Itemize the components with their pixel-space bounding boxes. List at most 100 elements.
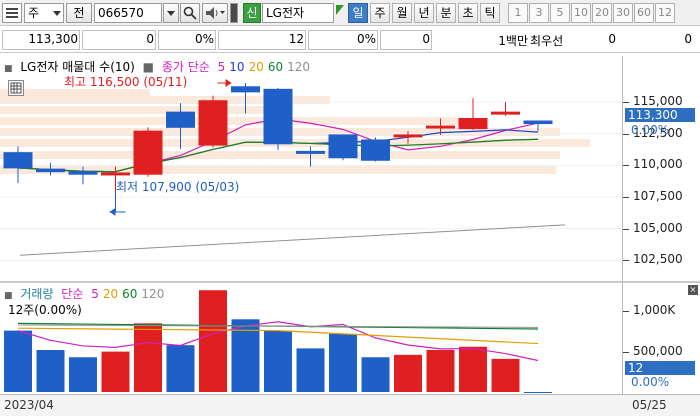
y-tick xyxy=(623,133,629,135)
best-bid-value: 0 xyxy=(608,32,616,46)
price-value: 113,300 xyxy=(28,32,78,46)
period-button-4[interactable]: 분 xyxy=(436,3,456,23)
volume-y-tick xyxy=(623,351,629,353)
price-chart-panel[interactable]: ■ LG전자 매물대 수(10) ■ 종가 단순 5 10 20 60 120 최고 1… xyxy=(0,56,622,281)
period-button-0[interactable]: 일 xyxy=(348,3,368,23)
legend-period-120: 120 xyxy=(141,287,165,301)
legend-period-5: 5 xyxy=(91,287,99,301)
stock-name-field: LG전자 xyxy=(262,3,334,23)
candle-body xyxy=(3,152,33,169)
close-icon[interactable]: × xyxy=(688,285,698,295)
tab-jeon[interactable]: 전 xyxy=(66,3,92,23)
legend-period-20: 20 xyxy=(102,287,119,301)
volume-bar xyxy=(101,351,130,392)
volume-bar xyxy=(69,357,97,392)
candle-body xyxy=(361,139,390,161)
price-y-axis[interactable]: 115,000 112,500 110,000 107,500 105,000 102,5… xyxy=(622,56,700,281)
period-button-6[interactable]: 틱 xyxy=(480,3,500,23)
y-tick-label: 102,500 xyxy=(633,252,683,267)
green-marker-icon xyxy=(336,5,344,21)
volume-legend-title: 거래량 xyxy=(20,287,54,301)
volume-profile-band xyxy=(0,106,290,114)
field6-value: 0 xyxy=(422,32,430,46)
period-button-2[interactable]: 월 xyxy=(392,3,412,23)
interval-button-5[interactable]: 5 xyxy=(550,3,570,23)
current-price-pct: 0.00% xyxy=(631,123,670,137)
volume-bar xyxy=(166,345,195,392)
unit-label: 1백만 xyxy=(498,34,528,48)
market-select-value: 주 xyxy=(28,6,40,20)
volume-sub-label: 12주(0.00%) xyxy=(8,303,82,317)
date-axis[interactable]: 2023/04 05/25 xyxy=(0,394,700,416)
candle-body xyxy=(458,117,488,130)
candle-body xyxy=(133,130,163,175)
volume-legend: ■ 거래량 단순 5 20 60 120 xyxy=(4,285,172,302)
search-icon xyxy=(183,6,197,20)
interval-button-60[interactable]: 60 xyxy=(634,3,654,23)
volume-bar xyxy=(36,350,65,392)
volume-bar xyxy=(4,330,32,392)
interval-button-12[interactable]: 12 xyxy=(655,3,675,23)
candle-body xyxy=(491,111,520,115)
y-tick-label: 110,000 xyxy=(633,157,683,172)
best-bid-label: 최우선 xyxy=(530,34,564,48)
legend-square-icon: ■ xyxy=(142,60,155,74)
menu-icon[interactable] xyxy=(2,3,22,23)
interval-button-3[interactable]: 3 xyxy=(529,3,549,23)
ma120-line xyxy=(19,224,566,256)
volume-chart-panel[interactable]: ■ 거래량 단순 5 20 60 120 12주(0.00%) xyxy=(0,283,622,394)
legend-period-120: 120 xyxy=(287,60,311,74)
high-price-label: 최고 116,500 (05/11) xyxy=(64,75,188,89)
code-dropdown-button[interactable] xyxy=(163,3,179,23)
interval-button-30[interactable]: 30 xyxy=(613,3,633,23)
volume-bar xyxy=(134,323,162,392)
legend-period-10: 10 xyxy=(229,60,245,74)
candle-body xyxy=(426,125,455,129)
y-tick xyxy=(623,260,629,262)
volume-profile-band xyxy=(0,151,560,159)
interval-button-1[interactable]: 1 xyxy=(508,3,528,23)
stock-code-input[interactable]: 066570 xyxy=(94,3,162,23)
volume-rate-value: 0% xyxy=(356,32,376,46)
legend-period-5: 5 xyxy=(217,60,226,74)
search-button[interactable] xyxy=(180,3,200,23)
market-select[interactable]: 주 xyxy=(24,3,64,23)
period-button-1[interactable]: 주 xyxy=(370,3,390,23)
interval-button-10[interactable]: 10 xyxy=(571,3,591,23)
y-tick xyxy=(623,228,629,230)
volume-bar xyxy=(264,330,292,392)
new-badge: 신 xyxy=(243,3,261,23)
legend-period-60: 60 xyxy=(122,287,138,301)
change-value: 0 xyxy=(146,32,154,46)
grid-icon xyxy=(10,82,22,94)
y-tick xyxy=(623,165,629,167)
volume-y-tick-label: 1,000K xyxy=(633,303,676,318)
toolbar: 주 전 066570 신 LG전자 일 주 월 년 분 초 틱 1 3 5 10 20 30 60 12 xyxy=(0,0,700,26)
divider-handle xyxy=(230,3,238,23)
menu-icon-glyph xyxy=(6,8,18,18)
y-tick xyxy=(623,102,629,103)
table-toggle-button[interactable] xyxy=(8,80,24,96)
current-volume-pct: 0.00% xyxy=(631,375,670,389)
start-date-label: 2023/04 xyxy=(4,398,54,412)
sound-button[interactable] xyxy=(202,3,228,23)
current-price-tag: 113,300 xyxy=(625,108,695,122)
candle-body xyxy=(231,86,260,93)
period-button-5[interactable]: 초 xyxy=(458,3,478,23)
volume-bar xyxy=(426,350,455,392)
candle-body xyxy=(523,120,553,125)
candle-body xyxy=(198,100,228,146)
legend-square-icon: ■ xyxy=(4,291,13,301)
candle-body xyxy=(296,150,325,154)
volume-y-tick xyxy=(623,311,629,313)
volume-bar xyxy=(394,354,422,392)
volume-bar xyxy=(491,358,520,392)
legend-stock-name: LG전자 매물대 수(10) xyxy=(20,60,135,74)
candle-body xyxy=(263,88,293,145)
period-button-3[interactable]: 년 xyxy=(414,3,434,23)
interval-button-20[interactable]: 20 xyxy=(592,3,612,23)
volume-y-axis[interactable]: × 1,000K 500,000 12 0.00% xyxy=(622,283,700,394)
field9-value: 0 xyxy=(684,32,692,46)
volume-value: 12 xyxy=(288,32,304,46)
change-rate-value: 0% xyxy=(194,32,214,46)
